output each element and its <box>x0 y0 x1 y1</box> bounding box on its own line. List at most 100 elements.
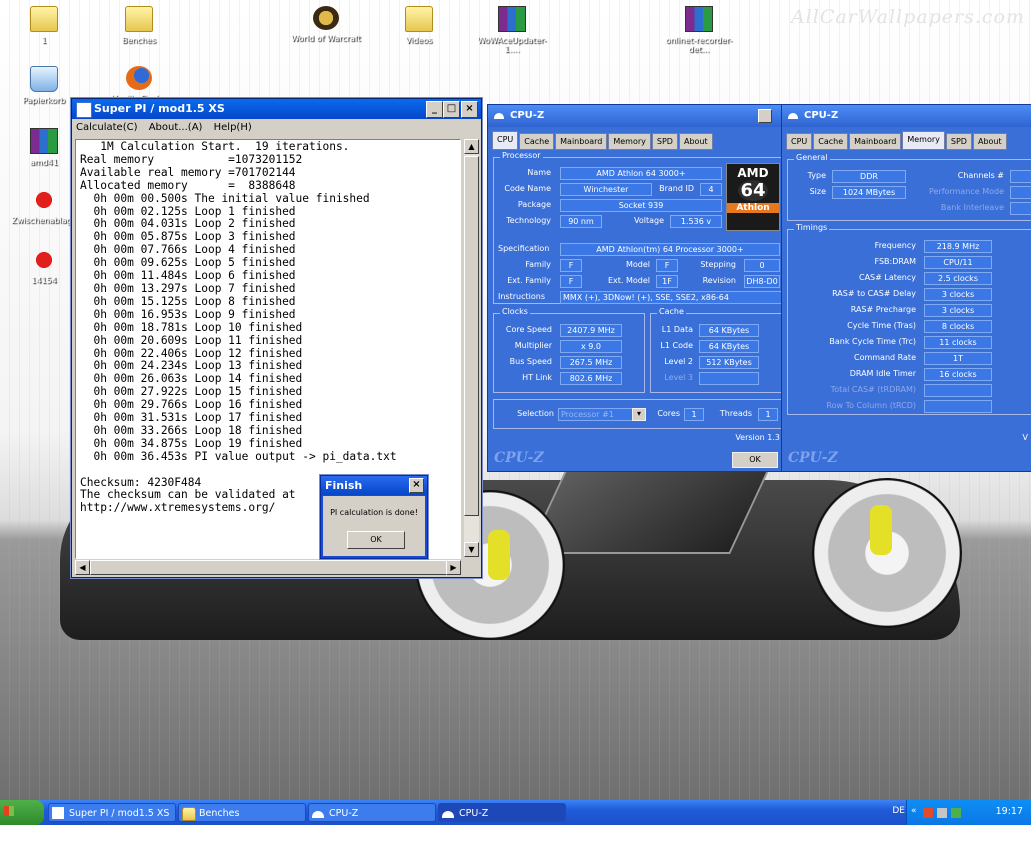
menu-about[interactable]: About...(A) <box>149 122 203 133</box>
cpuz2-title: CPU-Z <box>804 110 839 121</box>
tab-mainboard[interactable]: Mainboard <box>849 133 902 150</box>
scroll-down-icon[interactable]: ▼ <box>464 542 479 557</box>
tab-memory[interactable]: Memory <box>902 131 945 150</box>
codename-value: Winchester <box>560 183 652 196</box>
multiplier-label: Multiplier <box>514 341 552 350</box>
general-group: General Type DDR Channels # Size 1024 MB… <box>787 153 1031 221</box>
hscroll-thumb[interactable] <box>90 560 450 575</box>
processor-select[interactable]: Processor #1 <box>558 408 634 421</box>
tray-icon-2[interactable] <box>937 808 947 818</box>
tras-label: Cycle Time (Tras) <box>847 321 916 330</box>
desktop-icon-14154[interactable]: 14154 <box>8 248 80 285</box>
superpi-titlebar[interactable]: Super PI / mod1.5 XS _ □ × <box>72 99 481 119</box>
task-cpuz-2[interactable]: CPU-Z <box>438 803 566 822</box>
tab-spd[interactable]: SPD <box>945 133 972 150</box>
rp-value: 3 clocks <box>924 304 992 317</box>
multiplier-value: x 9.0 <box>560 340 622 353</box>
cpuz2-logo: CPU-Z <box>788 450 838 466</box>
totalcas-value <box>924 384 992 397</box>
task-label: CPU-Z <box>329 808 359 819</box>
rcd-value: 3 clocks <box>924 288 992 301</box>
front-caliper <box>488 530 510 580</box>
frequency-value: 218.9 MHz <box>924 240 992 253</box>
task-benches[interactable]: Benches <box>178 803 306 822</box>
windows-flag-icon <box>4 806 14 816</box>
network-icon[interactable] <box>951 808 961 818</box>
clock[interactable]: 19:17 <box>996 806 1023 817</box>
idle-timer-label: DRAM Idle Timer <box>849 369 916 378</box>
desktop-icon-papierkorb[interactable]: Papierkorb <box>8 66 80 105</box>
desktop-icon-videos[interactable]: Videos <box>383 6 455 45</box>
scroll-right-icon[interactable]: ▶ <box>446 560 461 575</box>
finish-message: PI calculation is done! <box>330 508 418 517</box>
general-group-title: General <box>794 153 830 162</box>
menu-calculate[interactable]: Calculate(C) <box>76 122 138 133</box>
htlink-value: 802.6 MHz <box>560 372 622 385</box>
rowcol-label: Row To Column (tRCD) <box>826 401 916 410</box>
task-label: CPU-Z <box>459 808 489 819</box>
tab-memory[interactable]: Memory <box>608 133 651 150</box>
log-line: Allocated memory = 8388648 <box>80 178 296 192</box>
tab-cache[interactable]: Cache <box>519 133 555 150</box>
language-indicator[interactable]: DE <box>892 806 905 816</box>
task-cpuz-1[interactable]: CPU-Z <box>308 803 436 822</box>
task-label: Super PI / mod1.5 XS <box>69 808 170 819</box>
tab-mainboard[interactable]: Mainboard <box>555 133 608 150</box>
l1data-label: L1 Data <box>661 325 693 334</box>
horizontal-scrollbar[interactable]: ◀ ▶ <box>75 560 461 575</box>
tab-spd[interactable]: SPD <box>651 133 678 150</box>
perfmode-value <box>1010 186 1031 199</box>
rcd-label: RAS# to CAS# Delay <box>832 289 916 298</box>
scroll-left-icon[interactable]: ◀ <box>75 560 90 575</box>
cpuz1-titlebar[interactable]: CPU-Z <box>488 105 782 127</box>
close-button[interactable]: × <box>461 101 478 118</box>
tab-cpu[interactable]: CPU <box>786 133 813 150</box>
cache-group: Cache L1 Data 64 KBytes L1 Code 64 KByte… <box>650 307 783 393</box>
log-line: 0h 00m 20.609s Loop 11 finished <box>80 333 303 347</box>
menu-help[interactable]: Help(H) <box>214 122 252 133</box>
log-line: 0h 00m 13.297s Loop 7 finished <box>80 281 296 295</box>
cpuz1-title: CPU-Z <box>510 110 545 121</box>
cpuz2-titlebar[interactable]: CPU-Z <box>782 105 1031 127</box>
cpuz1-ok-button[interactable]: OK <box>732 452 778 468</box>
archive-icon <box>498 6 526 32</box>
task-superpi[interactable]: Super PI / mod1.5 XS <box>48 803 176 822</box>
superpi-title: Super PI / mod1.5 XS <box>94 102 225 115</box>
desktop-icon-benches[interactable]: Benches <box>103 6 175 45</box>
desktop-icon-zwischenablage[interactable]: Zwischenablage <box>8 188 80 225</box>
bankinterleave-value <box>1010 202 1031 215</box>
finish-close-button[interactable]: × <box>409 478 424 493</box>
desktop-icon-wowaceupdater[interactable]: WoWAceUpdater-1.... <box>476 6 548 54</box>
finish-ok-button[interactable]: OK <box>347 531 405 549</box>
desktop-icon-amd41[interactable]: amd41 <box>8 128 80 167</box>
tab-about[interactable]: About <box>678 133 713 150</box>
fsbdram-label: FSB:DRAM <box>874 257 917 266</box>
tray-icon-1[interactable] <box>923 808 933 818</box>
desktop-icon-onlinetrecorder[interactable]: onlinet-recorder-det... <box>663 6 735 54</box>
tab-cache[interactable]: Cache <box>813 133 849 150</box>
tab-about[interactable]: About <box>972 133 1007 150</box>
cpuz-icon <box>442 811 454 818</box>
desktop-icon-1[interactable]: 1 <box>8 6 80 45</box>
extmodel-label: Ext. Model <box>607 276 650 285</box>
vertical-scrollbar[interactable]: ▲ ▼ <box>464 139 479 557</box>
minimize-button[interactable]: _ <box>426 101 443 118</box>
cpuz-icon <box>312 811 324 818</box>
cpuz1-minimize-button[interactable] <box>758 109 772 123</box>
l1code-label: L1 Code <box>660 341 693 350</box>
log-line: Real memory =1073201152 <box>80 152 303 166</box>
task-label: Benches <box>199 808 240 819</box>
amd-logo-64: 64 <box>738 180 768 201</box>
chevron-down-icon[interactable]: ▾ <box>632 408 646 421</box>
finish-titlebar[interactable]: Finish × <box>321 476 427 495</box>
scroll-thumb[interactable] <box>464 156 479 516</box>
start-button[interactable]: Start <box>0 800 44 843</box>
desktop-icon-wow[interactable]: World of Warcraft <box>290 6 362 43</box>
scroll-up-icon[interactable]: ▲ <box>464 139 479 154</box>
extmodel-value: 1F <box>656 275 678 288</box>
tab-cpu[interactable]: CPU <box>492 131 519 150</box>
threads-label: Threads <box>719 409 752 418</box>
size-value: 1024 MBytes <box>832 186 906 199</box>
tray-expand-icon[interactable]: « <box>911 806 917 816</box>
maximize-button[interactable]: □ <box>443 101 460 118</box>
